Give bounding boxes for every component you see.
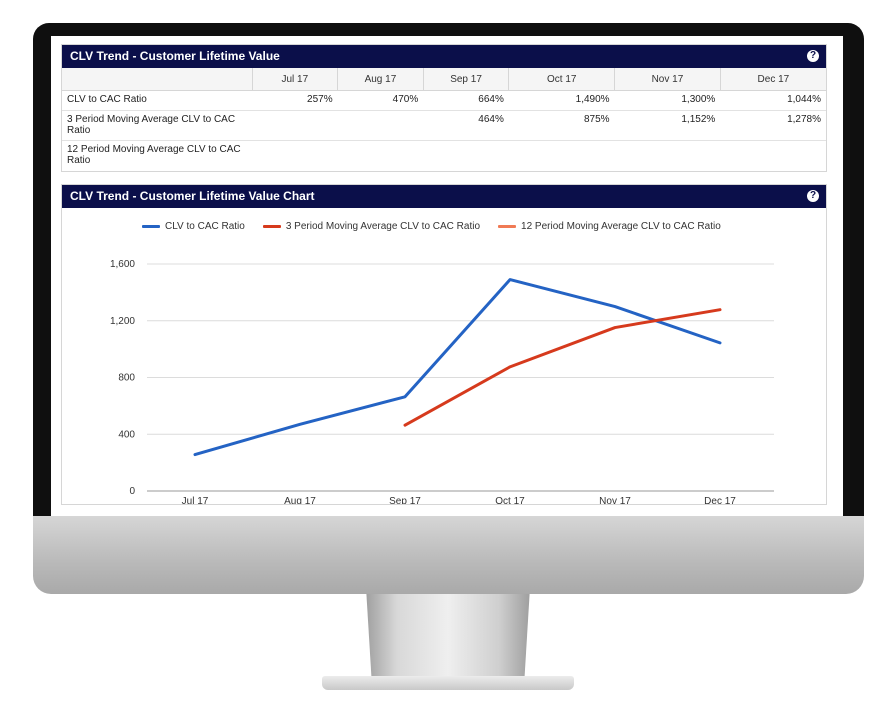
table-cell xyxy=(423,141,509,171)
help-icon[interactable]: ? xyxy=(807,190,819,202)
legend-label: 12 Period Moving Average CLV to CAC Rati… xyxy=(521,221,721,232)
column-header[interactable]: Nov 17 xyxy=(614,68,721,91)
panel-title: CLV Trend - Customer Lifetime Value xyxy=(70,49,280,63)
table-cell: 257% xyxy=(252,90,338,111)
legend-swatch xyxy=(142,225,160,228)
table-cell xyxy=(337,110,424,141)
legend-label: 3 Period Moving Average CLV to CAC Ratio xyxy=(285,221,481,232)
y-tick-label: 800 xyxy=(118,373,135,384)
y-tick-label: 0 xyxy=(129,486,135,497)
help-icon[interactable]: ? xyxy=(807,50,819,62)
x-tick-label: Dec 17 xyxy=(704,496,736,504)
table-row: CLV to CAC Ratio 257% 470% 664% 1,490% 1… xyxy=(62,90,826,111)
legend-label: CLV to CAC Ratio xyxy=(165,221,245,232)
column-header[interactable]: Sep 17 xyxy=(422,68,509,91)
x-tick-label: Nov 17 xyxy=(599,496,631,504)
x-tick-label: Jul 17 xyxy=(182,496,209,504)
table-cell: 1,044% xyxy=(720,90,826,111)
column-header[interactable]: Oct 17 xyxy=(508,68,615,91)
table-cell: 875% xyxy=(508,110,615,141)
table-cell: 470% xyxy=(337,90,424,111)
table-cell xyxy=(338,141,424,171)
column-header[interactable]: Dec 17 xyxy=(719,68,826,91)
y-tick-label: 400 xyxy=(118,429,135,440)
table-cell: 464% xyxy=(423,110,509,141)
x-tick-label: Aug 17 xyxy=(284,496,316,504)
legend-item[interactable]: CLV to CAC Ratio xyxy=(142,221,245,232)
clv-table: Jul 17 Aug 17 Sep 17 Oct 17 Nov 17 Dec 1… xyxy=(62,68,826,171)
row-label: 3 Period Moving Average CLV to CAC Ratio xyxy=(62,110,252,141)
monitor-stand-base xyxy=(322,676,574,690)
line-chart: 0 400 800 1,200 1,600 Jul 17 Aug 17 Sep 17 Oct 1… xyxy=(110,259,774,507)
table-cell: 1,278% xyxy=(720,110,826,141)
screen: CLV Trend - Customer Lifetime Value ? Ju… xyxy=(51,36,843,516)
column-header[interactable]: Jul 17 xyxy=(251,68,338,91)
series-line xyxy=(193,278,722,457)
clv-chart-panel: CLV Trend - Customer Lifetime Value Char… xyxy=(61,184,827,507)
table-row: 3 Period Moving Average CLV to CAC Ratio… xyxy=(62,110,826,141)
panel-header: CLV Trend - Customer Lifetime Value ? xyxy=(62,45,826,68)
table-cell: 1,300% xyxy=(614,90,721,111)
row-label: CLV to CAC Ratio xyxy=(62,90,252,111)
table-cell: 1,152% xyxy=(614,110,721,141)
table-cell: 664% xyxy=(423,90,509,111)
monitor-chin xyxy=(33,516,864,594)
table-cell xyxy=(509,141,615,171)
y-tick-label: 1,200 xyxy=(110,316,135,327)
panel-header: CLV Trend - Customer Lifetime Value Char… xyxy=(62,185,826,208)
y-tick-label: 1,600 xyxy=(110,259,135,270)
table-header-row: Jul 17 Aug 17 Sep 17 Oct 17 Nov 17 Dec 1… xyxy=(62,68,826,91)
column-header[interactable]: Aug 17 xyxy=(337,68,424,91)
chart-area: CLV to CAC Ratio 3 Period Moving Average… xyxy=(62,208,826,507)
chart-legend: CLV to CAC Ratio 3 Period Moving Average… xyxy=(142,221,721,232)
legend-item[interactable]: 3 Period Moving Average CLV to CAC Ratio xyxy=(262,221,481,232)
column-header-empty xyxy=(62,68,252,91)
legend-swatch xyxy=(498,225,517,228)
table-cell xyxy=(720,141,826,171)
row-label: 12 Period Moving Average CLV to CAC Rati… xyxy=(67,144,241,166)
legend-item[interactable]: 12 Period Moving Average CLV to CAC Rati… xyxy=(498,221,721,232)
table-row: 12 Period Moving Average CLV to CAC Rati… xyxy=(62,141,826,171)
table-cell xyxy=(252,110,338,141)
table-cell xyxy=(252,141,338,171)
panel-title: CLV Trend - Customer Lifetime Value Char… xyxy=(70,189,315,203)
clv-table-panel: CLV Trend - Customer Lifetime Value ? Ju… xyxy=(61,44,827,172)
table-cell: 1,490% xyxy=(508,90,615,111)
x-tick-label: Sep 17 xyxy=(389,496,421,504)
legend-swatch xyxy=(262,225,281,228)
table-cell xyxy=(615,141,721,171)
x-tick-label: Oct 17 xyxy=(495,496,525,504)
monitor-stand xyxy=(366,594,530,678)
